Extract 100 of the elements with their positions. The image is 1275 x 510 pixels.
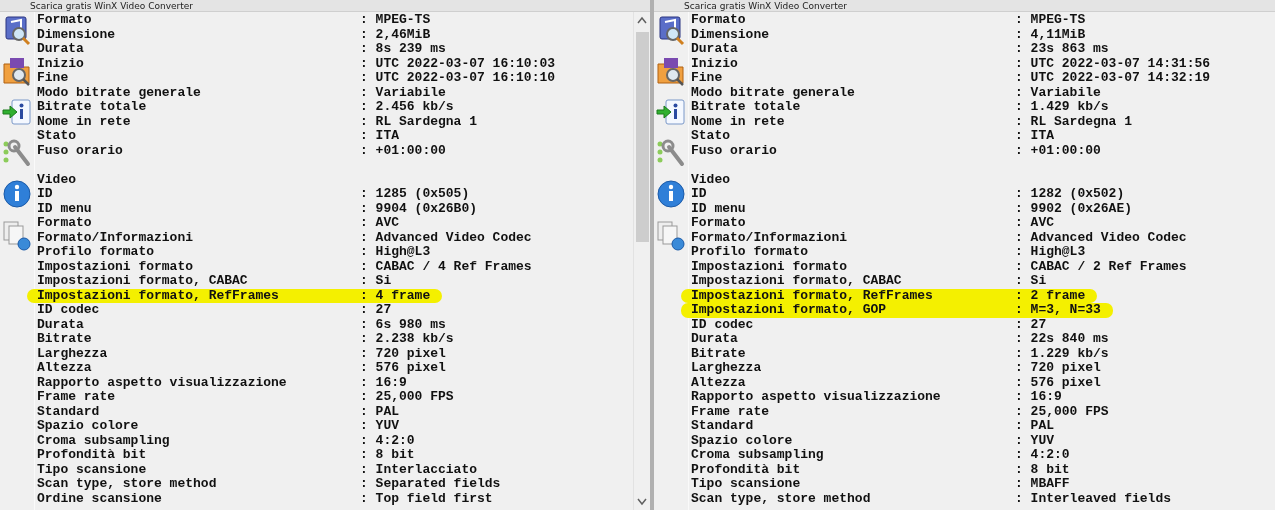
field-label: Frame rate — [691, 404, 770, 419]
field-label: Impostazioni formato — [691, 259, 849, 274]
scroll-up-icon[interactable] — [637, 16, 647, 24]
field-label: Profondità bit — [691, 462, 802, 477]
field-value: : ITA — [1015, 129, 1054, 144]
wrench-icon — [2, 137, 32, 169]
field-value: : 576 pixel — [360, 361, 446, 376]
field-value: : 720 pixel — [1015, 361, 1101, 376]
field-label: Spazio colore — [691, 433, 794, 448]
field-label: Dimensione — [691, 27, 770, 42]
scrollbar-thumb[interactable] — [635, 32, 649, 242]
field-label: Durata — [691, 42, 739, 57]
field-value: : 6s 980 ms — [360, 317, 446, 332]
field-label: Modo bitrate generale — [691, 85, 856, 100]
field-value: : 9904 (0x26B0) — [360, 201, 478, 216]
field-value: : Si — [1015, 274, 1047, 289]
field-value: : 4,11MiB — [1015, 27, 1086, 42]
field-label: Croma subsampling — [691, 448, 825, 463]
wrench-icon — [656, 137, 686, 169]
field-value: : PAL — [1015, 419, 1054, 434]
field-value: : CABAC / 2 Ref Frames — [1015, 259, 1187, 274]
field-value: : +01:00:00 — [360, 143, 446, 158]
field-label: Profilo formato — [691, 245, 810, 260]
field-label: Fuso orario — [37, 143, 124, 158]
field-value: : High@L3 — [1015, 245, 1086, 260]
scroll-down-icon[interactable] — [637, 498, 647, 506]
field-value: : Separated fields — [360, 477, 501, 492]
field-label: Formato/Informazioni — [37, 230, 195, 245]
field-label: Modo bitrate generale — [37, 85, 202, 100]
field-label: Formato/Informazioni — [691, 230, 849, 245]
field-value: : 1.229 kb/s — [1015, 346, 1109, 361]
field-label: Rapporto aspetto visualizzazione — [37, 375, 288, 390]
field-value: : 22s 840 ms — [1015, 332, 1109, 347]
field-value: : 8 bit — [1015, 462, 1070, 477]
section-heading: Video — [691, 172, 731, 187]
field-value: : MPEG-TS — [360, 13, 431, 28]
field-value: : UTC 2022-03-07 16:10:03 — [360, 56, 556, 71]
scrollbar[interactable] — [633, 12, 650, 510]
field-value: : AVC — [1015, 216, 1054, 231]
field-value: : 2,46MiB — [360, 27, 431, 42]
field-value: : 2.456 kb/s — [360, 100, 454, 115]
field-label: Impostazioni formato, GOP — [691, 303, 888, 318]
field-value: : 576 pixel — [1015, 375, 1101, 390]
field-label: ID — [37, 187, 54, 202]
field-value: : Top field first — [360, 491, 493, 506]
field-label: Fuso orario — [691, 143, 778, 158]
field-value: : 16:9 — [1015, 390, 1062, 405]
field-label: ID menu — [37, 201, 93, 216]
field-label: Standard — [691, 419, 755, 434]
field-value: : 4:2:0 — [1015, 448, 1070, 463]
field-label: Larghezza — [37, 346, 109, 361]
field-label: ID codec — [37, 303, 101, 318]
window-title: Scarica gratis WinX Video Converter — [684, 0, 848, 11]
field-value: : Advanced Video Codec — [1015, 230, 1187, 245]
field-label: Inizio — [37, 56, 85, 71]
folder-icon — [656, 55, 686, 87]
documents-icon — [656, 219, 686, 251]
field-value: : 8s 239 ms — [360, 42, 446, 57]
window-title: Scarica gratis WinX Video Converter — [30, 0, 194, 11]
field-value: : UTC 2022-03-07 14:31:56 — [1015, 56, 1211, 71]
field-value: : Interleaved fields — [1015, 491, 1172, 506]
field-value: : RL Sardegna 1 — [1015, 114, 1133, 129]
field-label: Bitrate totale — [691, 100, 802, 115]
info-arrow-icon — [2, 96, 32, 128]
field-label: Standard — [37, 404, 101, 419]
field-label: Tipo scansione — [691, 477, 802, 492]
field-label: Spazio colore — [37, 419, 140, 434]
field-value: : AVC — [360, 216, 399, 231]
field-label: Larghezza — [691, 361, 763, 376]
field-label: Profondità bit — [37, 448, 148, 463]
field-label: Nome in rete — [691, 114, 786, 129]
field-label: Bitrate totale — [37, 100, 148, 115]
field-label: Durata — [691, 332, 739, 347]
field-label: Rapporto aspetto visualizzazione — [691, 390, 942, 405]
field-value: : 8 bit — [360, 448, 415, 463]
field-value: : 1.429 kb/s — [1015, 100, 1109, 115]
field-label: Croma subsampling — [37, 433, 171, 448]
field-value: : ITA — [360, 129, 399, 144]
field-label: Frame rate — [37, 390, 116, 405]
field-value: : 23s 863 ms — [1015, 42, 1109, 57]
field-label: Profilo formato — [37, 245, 156, 260]
field-value: : 27 — [1015, 317, 1047, 332]
field-value: : +01:00:00 — [1015, 143, 1101, 158]
field-value: : 25,000 FPS — [360, 390, 454, 405]
field-label: Altezza — [37, 361, 93, 376]
field-value: : Advanced Video Codec — [360, 230, 532, 245]
field-value: : CABAC / 4 Ref Frames — [360, 259, 532, 274]
folder-icon — [2, 55, 32, 87]
field-label: ID — [691, 187, 708, 202]
field-value: : Interlacciato — [360, 462, 478, 477]
field-value: : High@L3 — [360, 245, 431, 260]
field-label: Tipo scansione — [37, 462, 148, 477]
field-label: Fine — [37, 71, 70, 86]
field-value: : 4 frame — [360, 288, 431, 303]
field-label: Formato — [691, 216, 747, 231]
field-label: Formato — [691, 13, 747, 28]
field-value: : 4:2:0 — [360, 433, 415, 448]
field-value: : 1285 (0x505) — [360, 187, 470, 202]
field-label: ID codec — [691, 317, 755, 332]
field-value: : UTC 2022-03-07 14:32:19 — [1015, 71, 1211, 86]
